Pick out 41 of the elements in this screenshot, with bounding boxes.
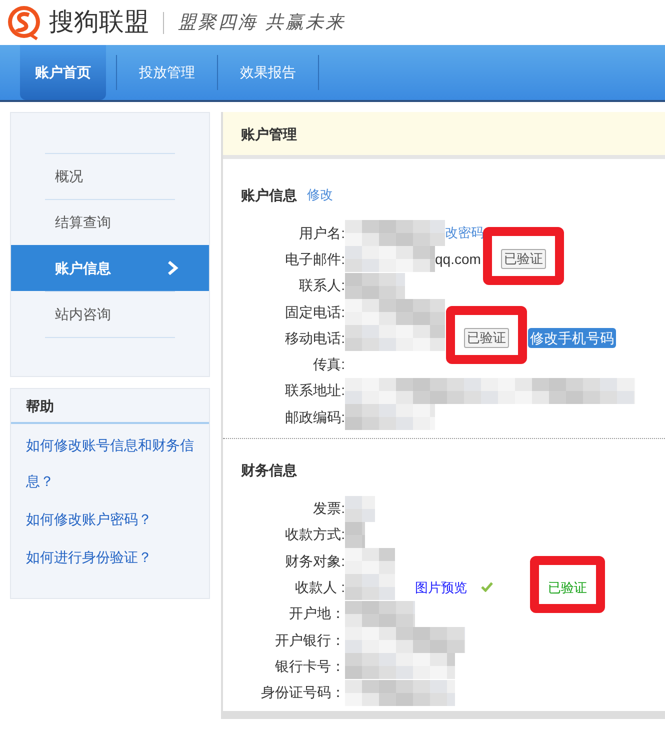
field-label: 收款人 : <box>294 578 345 597</box>
nav-tab[interactable]: 效果报告 <box>218 45 318 100</box>
help-title: 帮助 <box>11 389 209 424</box>
verified-badge: 已验证 <box>464 328 509 348</box>
field-label: 开户银行： <box>274 630 345 650</box>
field-label: 传真: <box>312 355 345 374</box>
field-label: 收款方式: <box>284 525 345 544</box>
sidebar-item[interactable]: 账户信息 <box>11 245 209 291</box>
sidebar-item[interactable]: 概况 <box>45 153 175 199</box>
nav-tab[interactable]: 投放管理 <box>117 45 217 100</box>
slogan: 盟聚四海 共赢未来 <box>178 11 346 35</box>
field-label: 开户地： <box>288 604 345 624</box>
field-label: 移动电话: <box>284 328 345 348</box>
field-label: 财务对象: <box>284 552 345 571</box>
field-label: 电子邮件: <box>284 250 345 269</box>
field-label: 邮政编码: <box>284 408 345 427</box>
section-title: 账户信息 <box>241 186 297 204</box>
logo-text: 搜狗联盟 <box>49 10 149 35</box>
field-label: 联系地址: <box>284 381 345 400</box>
pixelated-block <box>345 574 395 600</box>
field-label: 用户名: <box>298 224 345 243</box>
field-label: 身份证号码： <box>260 683 345 702</box>
help-link[interactable]: 如何修改账户密码？ <box>26 501 205 537</box>
panel-title: 账户管理 <box>223 112 665 159</box>
section-title: 财务信息 <box>241 460 297 480</box>
logo-icon <box>5 4 43 42</box>
verified-text: 已验证 <box>548 578 587 597</box>
edit-link[interactable]: 修改 <box>307 185 333 205</box>
help-link[interactable]: 如何修改账号信息和财务信息？ <box>26 427 205 499</box>
text-link[interactable]: 图片预览 <box>415 578 467 598</box>
verified-badge: 已验证 <box>500 249 546 270</box>
field-label: 银行卡号： <box>274 656 345 676</box>
field-label: 固定电话: <box>284 302 345 322</box>
change-phone-button[interactable]: 修改手机号码 <box>528 328 616 348</box>
chevron-right-icon <box>167 261 179 275</box>
field-label: 联系人: <box>298 276 345 296</box>
nav-tab[interactable]: 账户首页 <box>20 45 106 100</box>
sidebar-item[interactable]: 站内咨询 <box>45 291 175 337</box>
field-value: qq.com <box>435 250 481 269</box>
help-link[interactable]: 如何进行身份验证？ <box>26 539 205 575</box>
field-label: 发票: <box>312 499 345 518</box>
